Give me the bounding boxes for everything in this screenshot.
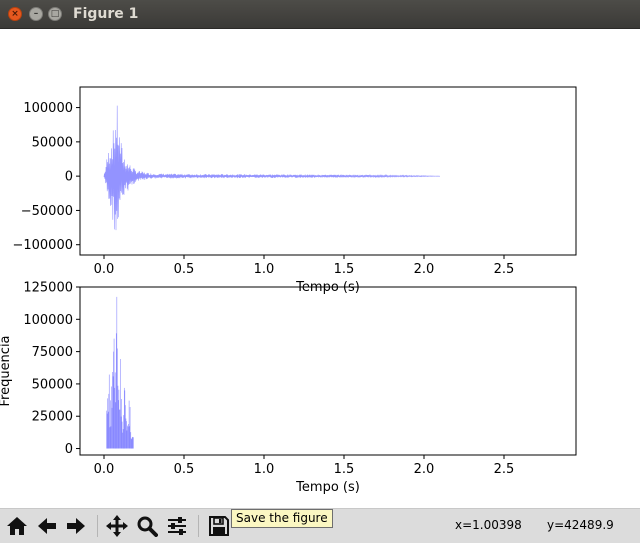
cursor-x-readout: x=1.00398 [455, 518, 522, 532]
x-tick-label: 1.5 [334, 462, 355, 477]
pan-button[interactable] [104, 513, 130, 539]
y-tick-label: 25000 [32, 410, 73, 425]
back-button[interactable] [34, 513, 60, 539]
window-titlebar: × – □ Figure 1 [0, 0, 640, 29]
x-tick-label: 0.0 [94, 462, 115, 477]
move-icon [106, 515, 128, 537]
x-tick-label: 1.0 [254, 262, 275, 277]
minimize-window-button[interactable]: – [29, 7, 43, 21]
y-tick-label: −50000 [21, 204, 73, 219]
x-tick-label: 0.0 [94, 262, 115, 277]
figure-canvas[interactable]: 0.0 0.5 1.0 1.5 2.0 2.5 100000 50000 0 −50000 −100… [0, 29, 640, 507]
save-tooltip: Save the figure [231, 509, 333, 528]
top-subplot: 0.0 0.5 1.0 1.5 2.0 2.5 100000 50000 0 −50000 −100… [12, 86, 577, 295]
y-tick-label: 50000 [32, 135, 73, 150]
save-button[interactable] [206, 513, 232, 539]
toolbar-separator [198, 515, 199, 537]
x-tick-label: 1.0 [254, 462, 275, 477]
maximize-window-button[interactable]: □ [48, 7, 62, 21]
arrow-right-icon [67, 518, 85, 534]
cursor-y-readout: y=42489.9 [547, 518, 614, 532]
zoom-button[interactable] [134, 513, 160, 539]
x-tick-label: 1.5 [334, 262, 355, 277]
subplots-button[interactable] [164, 513, 190, 539]
home-icon [7, 517, 27, 535]
minimize-icon: – [33, 8, 39, 19]
bottom-subplot: 0.0 0.5 1.0 1.5 2.0 2.5 125000 100000 75000 50000… [0, 281, 577, 495]
magnifier-icon [137, 516, 158, 537]
x-tick-label: 0.5 [174, 262, 195, 277]
y-tick-label: 125000 [23, 281, 73, 296]
y-axis-label: Frequencia [0, 335, 13, 406]
y-tick-label: −100000 [12, 238, 73, 253]
forward-button[interactable] [63, 513, 89, 539]
x-tick-label: 2.0 [414, 462, 435, 477]
home-button[interactable] [4, 513, 30, 539]
close-icon: × [11, 8, 19, 19]
close-window-button[interactable]: × [8, 7, 22, 21]
y-tick-label: 0 [65, 170, 73, 185]
floppy-disk-icon [209, 516, 229, 536]
y-tick-label: 0 [65, 442, 73, 457]
window-title: Figure 1 [73, 6, 139, 22]
sliders-icon [168, 517, 186, 535]
y-tick-label: 100000 [23, 313, 73, 328]
x-tick-label: 2.5 [494, 462, 515, 477]
maximize-icon: □ [50, 8, 60, 19]
y-tick-label: 75000 [32, 345, 73, 360]
x-tick-label: 0.5 [174, 462, 195, 477]
y-tick-label: 100000 [23, 101, 73, 116]
axes-frame [79, 86, 577, 256]
waveform-line [103, 105, 441, 231]
arrow-left-icon [38, 518, 56, 534]
y-tick-label: 50000 [32, 377, 73, 392]
x-tick-label: 2.0 [414, 262, 435, 277]
axes-frame [79, 286, 577, 456]
toolbar-separator [97, 515, 98, 537]
x-tick-label: 2.5 [494, 262, 515, 277]
x-axis-label: Tempo (s) [295, 480, 360, 495]
